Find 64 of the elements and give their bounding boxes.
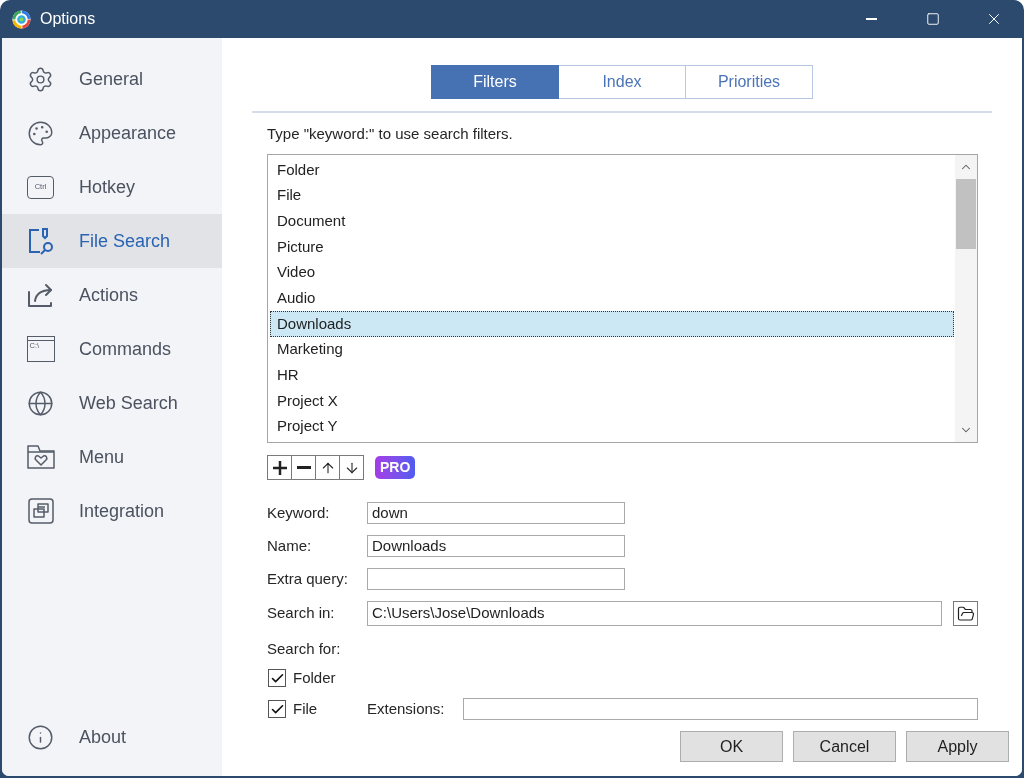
list-item[interactable]: Video xyxy=(270,259,954,286)
sidebar-item[interactable]: Integration xyxy=(2,484,222,538)
sidebar-item[interactable]: Appearance xyxy=(2,106,222,160)
list-item[interactable]: HR xyxy=(270,362,954,389)
field-label: Name: xyxy=(267,535,312,556)
list-item[interactable]: Project Y xyxy=(270,413,954,440)
remove-button[interactable] xyxy=(291,455,316,480)
folder-icon xyxy=(956,604,975,623)
checkbox-label: File xyxy=(293,698,318,719)
list-item[interactable]: Downloads xyxy=(270,311,954,337)
move-down-button[interactable] xyxy=(339,455,364,480)
checkbox-label: Folder xyxy=(293,667,336,688)
palette-icon xyxy=(27,119,54,147)
hint-text: Type "keyword:" to use search filters. xyxy=(267,124,513,144)
overlapping-windows-icon xyxy=(27,498,54,524)
plus-icon xyxy=(272,460,287,475)
field-label: Extensions: xyxy=(367,698,445,719)
list-item[interactable]: Project X xyxy=(270,388,954,414)
dialog-button[interactable]: OK xyxy=(680,731,783,762)
list-item[interactable]: Marketing xyxy=(270,336,954,363)
sidebar-item[interactable]: Actions xyxy=(2,268,222,322)
checkbox[interactable] xyxy=(268,700,286,718)
add-button[interactable] xyxy=(267,455,292,480)
list-item[interactable]: Audio xyxy=(270,285,954,312)
app-logo-icon xyxy=(11,8,32,30)
dialog-button[interactable]: Apply xyxy=(906,731,1009,762)
gear-icon xyxy=(27,65,54,93)
sidebar-item[interactable]: Menu xyxy=(2,430,222,484)
window-title: Options xyxy=(40,9,96,29)
sidebar-item[interactable]: Web Search xyxy=(2,376,222,430)
text-field[interactable]: Downloads xyxy=(367,535,625,557)
field-label: Extra query: xyxy=(267,568,348,589)
minus-icon xyxy=(296,466,311,469)
tab[interactable]: Filters xyxy=(431,65,559,99)
list-item[interactable]: Picture xyxy=(270,234,954,260)
tab[interactable]: Priorities xyxy=(685,65,813,99)
info-icon xyxy=(27,723,54,751)
browse-folder-button[interactable] xyxy=(953,601,978,626)
field-label: Search in: xyxy=(267,603,335,624)
pro-badge: PRO xyxy=(375,456,416,479)
field-label: Keyword: xyxy=(267,502,330,523)
file-search-icon xyxy=(27,227,54,255)
list-item[interactable]: File xyxy=(270,182,954,209)
text-field[interactable] xyxy=(367,568,625,590)
minimize-icon xyxy=(866,18,877,20)
sidebar-item[interactable]: General xyxy=(2,52,222,106)
text-field[interactable]: C:\Users\Jose\Downloads xyxy=(367,601,942,626)
share-arrow-icon xyxy=(27,282,54,308)
section-label: Search for: xyxy=(267,639,341,659)
globe-icon xyxy=(27,389,54,417)
scrollbar-thumb[interactable] xyxy=(956,179,976,249)
folder-heart-icon xyxy=(26,445,55,469)
text-field[interactable] xyxy=(463,698,978,720)
checkbox[interactable] xyxy=(268,669,286,687)
sidebar-item[interactable]: File Search xyxy=(2,214,222,268)
list-item[interactable]: Document xyxy=(270,208,954,235)
tab[interactable]: Index xyxy=(558,65,686,99)
maximize-icon xyxy=(925,12,940,26)
scrollbar[interactable] xyxy=(955,155,977,442)
sidebar-item[interactable]: About xyxy=(2,710,222,764)
list-item[interactable]: Folder xyxy=(270,157,954,183)
text-field[interactable]: down xyxy=(367,502,625,524)
dialog-button[interactable]: Cancel xyxy=(793,731,896,762)
move-up-button[interactable] xyxy=(315,455,340,480)
